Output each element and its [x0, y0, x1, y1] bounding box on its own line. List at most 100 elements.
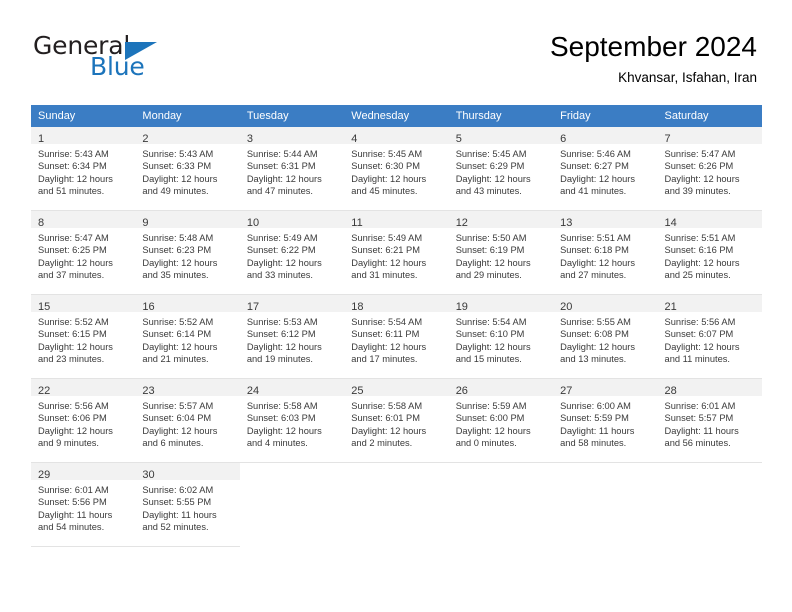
- sunset-text: Sunset: 5:56 PM: [38, 497, 107, 508]
- empty-placeholder: [449, 463, 553, 547]
- daylight-text-line1: Daylight: 11 hours: [38, 509, 113, 520]
- calendar-day-cell[interactable]: 2 Sunrise: 5:43 AM Sunset: 6:33 PM Daylight…: [135, 127, 240, 211]
- daylight-text-line1: Daylight: 12 hours: [664, 173, 740, 184]
- calendar-day-cell[interactable]: 28 Sunrise: 6:01 AM Sunset: 5:57 PM Dayligh…: [657, 379, 762, 463]
- calendar-day-cell[interactable]: 19 Sunrise: 5:54 AM Sunset: 6:10 PM Dayligh…: [448, 295, 554, 379]
- sunrise-text: Sunrise: 5:54 AM: [455, 317, 527, 327]
- daylight-text-line2: and 9 minutes.: [38, 438, 99, 449]
- daylight-text-line2: and 45 minutes.: [351, 186, 418, 197]
- calendar-day-cell[interactable]: 18 Sunrise: 5:54 AM Sunset: 6:11 PM Dayligh…: [344, 295, 449, 379]
- day-number: 9: [142, 217, 149, 229]
- day-info: Sunrise: 6:01 AM Sunset: 5:56 PM Daylight:…: [31, 480, 135, 534]
- day-info: Sunrise: 6:01 AM Sunset: 5:57 PM Daylight:…: [658, 396, 762, 450]
- day-cell-content: 25 Sunrise: 5:58 AM Sunset: 6:01 PM Dayligh…: [344, 379, 449, 463]
- calendar-day-cell[interactable]: 23 Sunrise: 5:57 AM Sunset: 6:04 PM Dayligh…: [135, 379, 240, 463]
- day-number-bar: 14: [657, 211, 762, 229]
- sunset-text: Sunset: 6:06 PM: [38, 413, 107, 424]
- day-info: Sunrise: 5:58 AM Sunset: 6:03 PM Daylight:…: [240, 396, 344, 450]
- day-number: 26: [455, 385, 468, 397]
- day-cell-content: 28 Sunrise: 6:01 AM Sunset: 5:57 PM Dayligh…: [657, 379, 762, 463]
- sunset-text: Sunset: 6:15 PM: [38, 329, 107, 340]
- day-info: Sunrise: 5:58 AM Sunset: 6:01 PM Daylight:…: [344, 396, 448, 450]
- day-cell-content: 22 Sunrise: 5:56 AM Sunset: 6:06 PM Dayligh…: [31, 379, 136, 463]
- sunrise-text: Sunrise: 5:56 AM: [38, 401, 109, 411]
- day-cell-content: 15 Sunrise: 5:52 AM Sunset: 6:15 PM Dayligh…: [31, 295, 136, 379]
- day-number-bar: 18: [344, 295, 449, 313]
- sunset-text: Sunset: 6:11 PM: [351, 329, 420, 340]
- day-cell-content: 6 Sunrise: 5:46 AM Sunset: 6:27 PM Daylight…: [553, 127, 658, 211]
- day-cell-content: 21 Sunrise: 5:56 AM Sunset: 6:07 PM Dayligh…: [657, 295, 762, 379]
- day-number: 16: [142, 301, 155, 313]
- calendar-day-cell[interactable]: 10 Sunrise: 5:49 AM Sunset: 6:22 PM Dayligh…: [239, 211, 345, 295]
- day-cell-content: 1 Sunrise: 5:43 AM Sunset: 6:34 PM Daylight…: [31, 127, 136, 211]
- brand-logo: General Blue: [33, 33, 263, 85]
- calendar-day-cell[interactable]: 11 Sunrise: 5:49 AM Sunset: 6:21 PM Dayligh…: [344, 211, 449, 295]
- day-number: 7: [664, 133, 671, 145]
- sunset-text: Sunset: 6:23 PM: [142, 245, 212, 256]
- calendar-day-cell[interactable]: 20 Sunrise: 5:55 AM Sunset: 6:08 PM Dayligh…: [553, 295, 658, 379]
- day-cell-content: 19 Sunrise: 5:54 AM Sunset: 6:10 PM Dayligh…: [448, 295, 554, 379]
- sunset-text: Sunset: 6:10 PM: [455, 329, 525, 340]
- calendar-day-cell[interactable]: 29 Sunrise: 6:01 AM Sunset: 5:56 PM Dayligh…: [31, 463, 136, 547]
- daylight-text-line2: and 35 minutes.: [142, 270, 209, 281]
- calendar-day-cell[interactable]: 14 Sunrise: 5:51 AM Sunset: 6:16 PM Dayligh…: [657, 211, 762, 295]
- sunset-text: Sunset: 6:27 PM: [560, 161, 629, 172]
- sunset-text: Sunset: 6:16 PM: [664, 245, 734, 256]
- daylight-text-line2: and 56 minutes.: [664, 438, 731, 449]
- day-number: 6: [560, 133, 567, 145]
- calendar-day-cell[interactable]: 8 Sunrise: 5:47 AM Sunset: 6:25 PM Daylight…: [31, 211, 136, 295]
- calendar-week-row: 29 Sunrise: 6:01 AM Sunset: 5:56 PM Dayligh…: [31, 463, 762, 547]
- day-info: Sunrise: 5:43 AM Sunset: 6:33 PM Daylight:…: [135, 144, 239, 198]
- calendar-day-cell[interactable]: 21 Sunrise: 5:56 AM Sunset: 6:07 PM Dayligh…: [657, 295, 762, 379]
- calendar-day-cell[interactable]: 27 Sunrise: 6:00 AM Sunset: 5:59 PM Dayligh…: [553, 379, 658, 463]
- calendar-day-cell[interactable]: 16 Sunrise: 5:52 AM Sunset: 6:14 PM Dayligh…: [135, 295, 240, 379]
- day-number-bar: 7: [657, 127, 762, 145]
- page-subtitle: Khvansar, Isfahan, Iran: [618, 70, 757, 85]
- calendar-day-cell[interactable]: 15 Sunrise: 5:52 AM Sunset: 6:15 PM Dayligh…: [31, 295, 136, 379]
- day-number: 2: [142, 133, 149, 145]
- sunrise-text: Sunrise: 5:59 AM: [455, 401, 527, 411]
- daylight-text-line1: Daylight: 12 hours: [246, 173, 322, 184]
- calendar-day-cell[interactable]: 26 Sunrise: 5:59 AM Sunset: 6:00 PM Dayligh…: [448, 379, 554, 463]
- daylight-text-line1: Daylight: 12 hours: [142, 341, 218, 352]
- sunrise-text: Sunrise: 5:46 AM: [560, 149, 631, 159]
- calendar-header-row: Sunday Monday Tuesday Wednesday Thursday Frid…: [31, 105, 762, 127]
- sunrise-text: Sunrise: 6:02 AM: [142, 485, 214, 495]
- calendar-day-cell[interactable]: 3 Sunrise: 5:44 AM Sunset: 6:31 PM Daylight…: [239, 127, 345, 211]
- sunrise-text: Sunrise: 6:00 AM: [560, 401, 631, 411]
- sunset-text: Sunset: 6:21 PM: [351, 245, 420, 256]
- calendar-day-cell[interactable]: 17 Sunrise: 5:53 AM Sunset: 6:12 PM Dayligh…: [239, 295, 345, 379]
- daylight-text-line1: Daylight: 12 hours: [455, 425, 531, 436]
- daylight-text-line1: Daylight: 12 hours: [455, 173, 531, 184]
- calendar-day-cell[interactable]: 22 Sunrise: 5:56 AM Sunset: 6:06 PM Dayligh…: [31, 379, 136, 463]
- day-info: Sunrise: 5:46 AM Sunset: 6:27 PM Daylight:…: [553, 144, 657, 198]
- empty-placeholder: [658, 463, 762, 547]
- day-info: Sunrise: 5:45 AM Sunset: 6:30 PM Daylight:…: [344, 144, 448, 198]
- calendar-day-cell[interactable]: 7 Sunrise: 5:47 AM Sunset: 6:26 PM Daylight…: [657, 127, 762, 211]
- day-cell-content: 17 Sunrise: 5:53 AM Sunset: 6:12 PM Dayligh…: [239, 295, 345, 379]
- day-cell-content: 18 Sunrise: 5:54 AM Sunset: 6:11 PM Dayligh…: [344, 295, 449, 379]
- day-number-bar: 27: [553, 379, 658, 397]
- calendar-day-cell[interactable]: 6 Sunrise: 5:46 AM Sunset: 6:27 PM Daylight…: [553, 127, 658, 211]
- sunrise-text: Sunrise: 5:45 AM: [351, 149, 423, 159]
- calendar-day-cell[interactable]: 4 Sunrise: 5:45 AM Sunset: 6:30 PM Daylight…: [344, 127, 449, 211]
- sunset-text: Sunset: 6:01 PM: [351, 413, 420, 424]
- calendar-day-cell[interactable]: 5 Sunrise: 5:45 AM Sunset: 6:29 PM Daylight…: [448, 127, 554, 211]
- calendar-day-cell[interactable]: 9 Sunrise: 5:48 AM Sunset: 6:23 PM Daylight…: [135, 211, 240, 295]
- day-cell-content: 29 Sunrise: 6:01 AM Sunset: 5:56 PM Dayligh…: [31, 463, 136, 547]
- daylight-text-line2: and 19 minutes.: [246, 354, 313, 365]
- calendar-day-cell[interactable]: 1 Sunrise: 5:43 AM Sunset: 6:34 PM Daylight…: [31, 127, 136, 211]
- day-number: 27: [560, 385, 573, 397]
- calendar-day-cell[interactable]: 25 Sunrise: 5:58 AM Sunset: 6:01 PM Dayligh…: [344, 379, 449, 463]
- calendar-day-cell[interactable]: 12 Sunrise: 5:50 AM Sunset: 6:19 PM Dayligh…: [448, 211, 554, 295]
- daylight-text-line2: and 11 minutes.: [664, 354, 730, 365]
- daylight-text-line1: Daylight: 12 hours: [142, 257, 218, 268]
- calendar-table: Sunday Monday Tuesday Wednesday Thursday Frid…: [31, 105, 762, 547]
- calendar-day-cell[interactable]: 30 Sunrise: 6:02 AM Sunset: 5:55 PM Dayligh…: [135, 463, 240, 547]
- calendar-day-cell[interactable]: 13 Sunrise: 5:51 AM Sunset: 6:18 PM Dayligh…: [553, 211, 658, 295]
- daylight-text-line1: Daylight: 11 hours: [142, 509, 217, 520]
- sunrise-text: Sunrise: 5:52 AM: [142, 317, 214, 327]
- calendar-day-cell[interactable]: 24 Sunrise: 5:58 AM Sunset: 6:03 PM Dayligh…: [239, 379, 345, 463]
- sunrise-text: Sunrise: 5:51 AM: [560, 233, 631, 243]
- day-number-bar: 19: [448, 295, 554, 313]
